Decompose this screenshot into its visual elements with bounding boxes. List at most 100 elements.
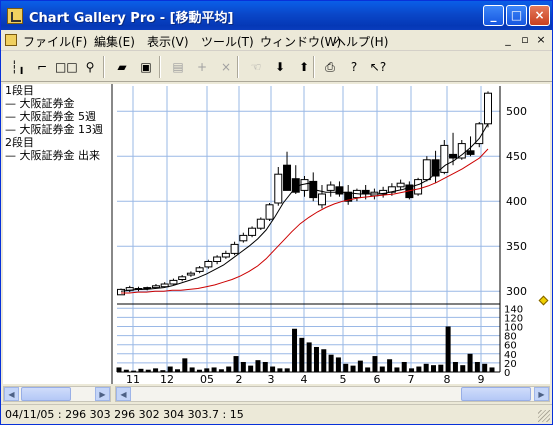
legend-ma5-series[interactable]: — 大阪証券金 5週 [3, 110, 111, 123]
maximize-button[interactable]: □ [506, 5, 527, 26]
move-up-icon[interactable]: ⬆ [293, 56, 315, 78]
status-text: 04/11/05 : 296 303 296 302 304 303.7 : 1… [5, 408, 244, 421]
menu-file[interactable]: ファイル(F) [23, 33, 87, 50]
candle-body [291, 178, 300, 193]
add-icon[interactable]: + [191, 56, 213, 78]
x-tick-label: 8 [444, 373, 451, 384]
candle-body [160, 283, 169, 288]
candle-body [256, 218, 265, 229]
candle-body [204, 261, 213, 268]
volume-bar [123, 369, 129, 372]
volume-bar [379, 366, 385, 372]
volume-bar [489, 367, 495, 372]
volume-bar [248, 365, 254, 372]
volume-bar [189, 367, 195, 372]
candle-body [466, 150, 475, 155]
volume-bar [233, 356, 239, 372]
volume-bar [445, 326, 451, 372]
volume-bar [240, 361, 246, 372]
cursor-hand-icon[interactable]: ☜ [245, 56, 267, 78]
legend-scrollbar[interactable]: ◀ ▶ [3, 386, 111, 402]
chart-scroll-left-icon[interactable]: ◀ [116, 387, 131, 401]
x-tick-label: 05 [200, 373, 214, 384]
window-title: Chart Gallery Pro - [移動平均] [29, 11, 234, 26]
chart-window: 1段目 — 大阪証券金 — 大阪証券金 5週 — 大阪証券金 13週 2段目 —… [3, 84, 550, 386]
volume-bar [452, 361, 458, 372]
volume-bar [372, 356, 378, 372]
save-disk-icon[interactable]: ▣ [135, 56, 157, 78]
volume-bar [423, 363, 429, 372]
candle-body [449, 153, 458, 159]
price-tick-label: 300 [506, 285, 527, 298]
resize-grip[interactable] [538, 410, 550, 422]
menu-view[interactable]: 表示(V) [147, 33, 189, 50]
title-bar[interactable]: Chart Gallery Pro - [移動平均] _ □ × [1, 1, 552, 30]
minimize-button[interactable]: _ [483, 5, 504, 26]
mdi-restore-button[interactable]: ▫ [518, 33, 532, 47]
candle-body [335, 186, 344, 195]
menu-edit[interactable]: 編集(E) [94, 33, 135, 50]
help-icon[interactable]: ? [343, 56, 365, 78]
volume-bar [299, 337, 305, 372]
chart-area[interactable]: 300 350 400 450 500 0 20 40 60 80 100 120 140 11 12 05 2… [115, 84, 550, 386]
volume-bar [430, 365, 436, 372]
price-tick-label: 450 [506, 150, 527, 163]
toolbar-separator [103, 56, 105, 78]
volume-bar [153, 368, 159, 372]
volume-bar [255, 360, 261, 372]
two-panes-icon[interactable]: □□ [55, 56, 78, 78]
chart-scrollbar[interactable]: ◀ ▶ [115, 386, 550, 402]
candle-body [283, 164, 292, 191]
menu-help[interactable]: ヘルプ(H) [334, 33, 388, 50]
legend-scroll-thumb[interactable] [21, 387, 71, 401]
app-chart-icon[interactable] [7, 8, 23, 24]
x-tick-label: 2 [236, 373, 243, 384]
menu-tools[interactable]: ツール(T) [201, 33, 254, 50]
properties-icon[interactable]: ▤ [167, 56, 189, 78]
toolbar-separator [313, 56, 315, 78]
volume-bar [394, 367, 400, 372]
scroll-right-icon[interactable]: ▶ [95, 387, 110, 401]
binoculars-icon[interactable]: ⚲ [79, 56, 101, 78]
volume-bar [328, 354, 334, 372]
legend-ma13-series[interactable]: — 大阪証券金 13週 [3, 123, 111, 136]
legend-volume-series[interactable]: — 大阪証券金 出来 [3, 149, 111, 162]
open-folder-icon[interactable]: ▰ [111, 56, 133, 78]
main-window: Chart Gallery Pro - [移動平均] _ □ × ファイル(F)… [0, 0, 553, 425]
mdi-minimize-button[interactable]: _ [501, 33, 515, 47]
candlestick-chart[interactable]: 30035040045050002040608010012014011 12 05 2… [115, 84, 550, 386]
context-help-icon[interactable]: ↖? [367, 56, 389, 78]
volume-bar [313, 346, 319, 372]
mdi-document-icon[interactable] [5, 34, 17, 46]
volume-bar [160, 370, 166, 372]
chart-scroll-thumb[interactable] [461, 387, 531, 401]
volume-bar [138, 368, 144, 372]
legend-pane[interactable]: 1段目 — 大阪証券金 — 大阪証券金 5週 — 大阪証券金 13週 2段目 —… [3, 84, 113, 384]
step-chart-icon[interactable]: ⌐ [31, 56, 53, 78]
x-tick-label: 11 [126, 373, 140, 384]
volume-bar [306, 342, 312, 372]
volume-bar [467, 353, 473, 372]
candle-body [151, 285, 160, 289]
candle-body [274, 173, 283, 204]
menu-window[interactable]: ウィンドウ(W) [260, 33, 341, 50]
status-bar: 04/11/05 : 296 303 296 302 304 303.7 : 1… [1, 404, 552, 424]
legend-pane1-heading: 1段目 [5, 84, 34, 97]
x-tick-label: 12 [160, 373, 174, 384]
volume-bar [145, 369, 151, 372]
delete-icon[interactable]: × [215, 56, 237, 78]
mdi-close-button[interactable]: × [534, 33, 548, 47]
candle-body [213, 256, 222, 262]
volume-bar [401, 361, 407, 372]
chart-scroll-right-icon[interactable]: ▶ [534, 387, 549, 401]
print-icon[interactable]: ⎙ [319, 56, 341, 78]
scroll-left-icon[interactable]: ◀ [4, 387, 19, 401]
candle-chart-icon[interactable]: ┆╻ [7, 56, 29, 78]
legend-price-series[interactable]: — 大阪証券金 [3, 97, 111, 110]
volume-bar [277, 368, 283, 372]
move-down-icon[interactable]: ⬇ [269, 56, 291, 78]
toolbar-separator [159, 56, 161, 78]
close-button[interactable]: × [529, 5, 550, 26]
candle-body [326, 184, 335, 191]
volume-bar [321, 349, 327, 372]
